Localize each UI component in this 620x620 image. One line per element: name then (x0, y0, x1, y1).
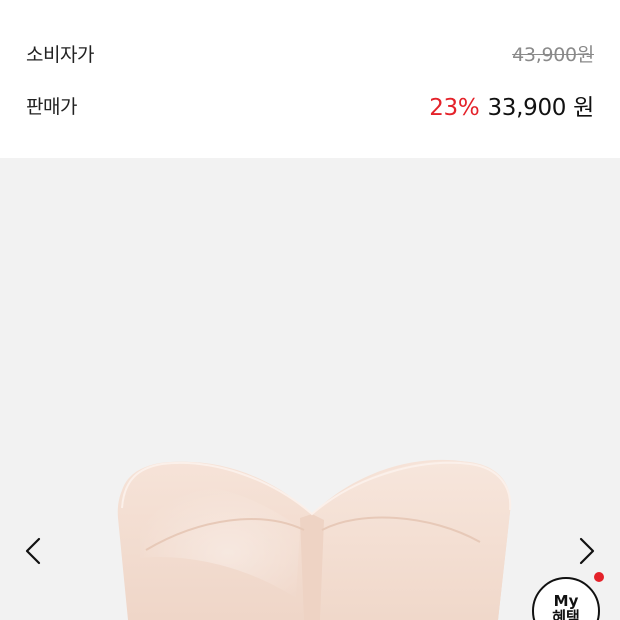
consumer-price-label: 소비자가 (26, 43, 94, 66)
sale-price-values: 23% 33,900 원 (429, 88, 594, 122)
notification-dot (594, 572, 604, 582)
sale-price-row: 판매가 23% 33,900 원 (26, 88, 594, 122)
chevron-left-icon (25, 537, 41, 565)
sale-price-label: 판매가 (26, 95, 77, 118)
product-image (117, 459, 512, 620)
price-panel: 소비자가 43,900원 판매가 23% 33,900 원 (0, 0, 620, 158)
my-benefit-label-line1: My (553, 592, 579, 610)
chevron-right-icon (579, 537, 595, 565)
consumer-price-row: 소비자가 43,900원 (26, 38, 594, 68)
consumer-price-value: 43,900원 (512, 43, 594, 66)
discount-rate: 23% (429, 95, 480, 121)
sale-price-value: 33,900 원 (487, 95, 594, 121)
gallery-prev-button[interactable] (21, 536, 45, 566)
my-benefit-label-line2: 혜택 (552, 608, 580, 620)
gallery-next-button[interactable] (575, 536, 599, 566)
product-image-gallery[interactable] (0, 158, 620, 620)
